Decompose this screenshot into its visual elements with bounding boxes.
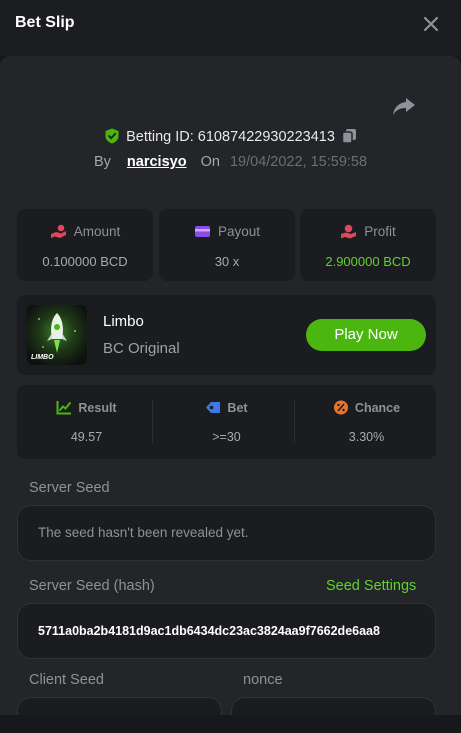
bet-tag-icon: [206, 402, 221, 413]
chance-value: 3.30%: [348, 430, 385, 444]
server-seed-value: The seed hasn't been revealed yet.: [38, 525, 249, 540]
stat-payout-value: 30 x: [214, 254, 240, 269]
nonce-field[interactable]: [231, 697, 436, 715]
wallet-icon: [194, 226, 210, 237]
username-link[interactable]: narcisyo: [127, 154, 187, 170]
bet-label: Bet: [227, 401, 248, 415]
server-seed-hash-label: Server Seed (hash): [29, 578, 155, 594]
bet-author-row: By narcisyo On 19/04/2022, 15:59:58: [0, 154, 461, 170]
bet-col: Bet >=30: [157, 385, 296, 459]
bottom-strip: [0, 715, 461, 733]
stat-amount-label: Amount: [73, 224, 121, 239]
play-now-button[interactable]: Play Now: [306, 319, 426, 351]
result-value: 49.57: [70, 430, 103, 444]
result-chart-icon: [56, 401, 72, 415]
nonce-label: nonce: [243, 672, 283, 688]
copy-icon[interactable]: [341, 128, 357, 144]
share-icon[interactable]: [392, 96, 416, 116]
header: Bet Slip: [0, 0, 461, 56]
on-label: On: [200, 154, 220, 170]
client-seed-label: Client Seed: [29, 672, 104, 688]
stat-amount: Amount 0.100000 BCD: [17, 209, 153, 281]
betting-id: Betting ID: 61087422930223413: [126, 129, 335, 145]
close-icon[interactable]: [420, 13, 442, 35]
stat-amount-value: 0.100000 BCD: [42, 254, 128, 269]
game-thumbnail[interactable]: LIMBO: [27, 305, 87, 365]
chance-label: Chance: [354, 401, 401, 415]
shield-check-icon: [105, 128, 119, 144]
server-seed-field[interactable]: The seed hasn't been revealed yet.: [17, 505, 436, 561]
results-card: Result 49.57 Bet >=30 Chance 3.30%: [17, 385, 436, 459]
divider: [152, 401, 153, 443]
bet-date: 19/04/2022, 15:59:58: [229, 154, 368, 170]
stat-payout: Payout 30 x: [159, 209, 295, 281]
game-thumb-label: LIMBO: [31, 354, 54, 361]
server-seed-hash-field[interactable]: 5711a0ba2b4181d9ac1db6434dc23ac3824aa9f7…: [17, 603, 436, 659]
game-subtitle: BC Original: [103, 340, 180, 357]
result-label: Result: [78, 401, 117, 415]
profit-icon: [341, 224, 357, 239]
server-seed-hash-value: 5711a0ba2b4181d9ac1db6434dc23ac3824aa9f7…: [38, 624, 380, 638]
bet-slip-panel: Betting ID: 61087422930223413 By narcisy…: [0, 56, 461, 715]
result-col: Result 49.57: [17, 385, 156, 459]
divider: [294, 401, 295, 443]
bet-value: >=30: [212, 430, 241, 444]
stat-payout-label: Payout: [217, 224, 261, 239]
betting-id-row: Betting ID: 61087422930223413: [0, 128, 461, 145]
page-title: Bet Slip: [15, 14, 75, 31]
stat-profit: Profit 2.900000 BCD: [300, 209, 436, 281]
game-name: Limbo: [103, 313, 144, 330]
stat-profit-value: 2.900000 BCD: [325, 254, 411, 269]
by-label: By: [93, 154, 111, 170]
seed-settings-link[interactable]: Seed Settings: [326, 578, 416, 594]
chance-col: Chance 3.30%: [297, 385, 436, 459]
server-seed-label: Server Seed: [29, 480, 110, 496]
game-card: LIMBO Limbo BC Original Play Now: [17, 295, 436, 375]
money-hand-icon: [50, 224, 66, 238]
client-seed-field[interactable]: [17, 697, 222, 715]
stat-profit-label: Profit: [364, 224, 396, 239]
percent-icon: [333, 400, 348, 415]
